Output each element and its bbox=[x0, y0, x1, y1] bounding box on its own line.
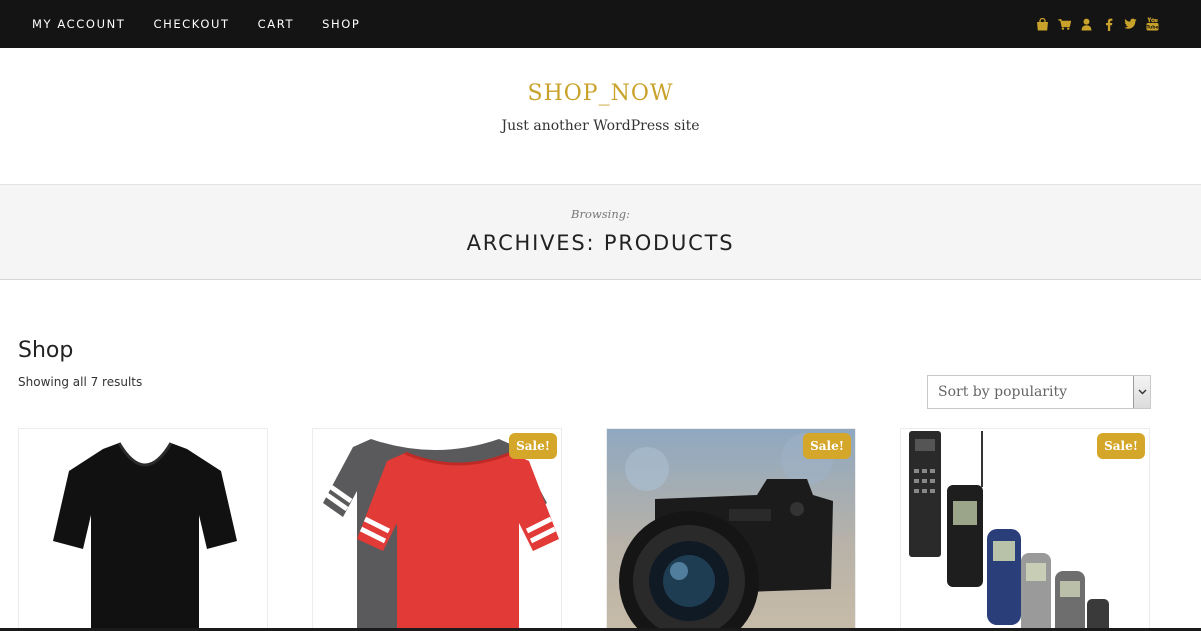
sale-badge: Sale! bbox=[1097, 433, 1145, 459]
product-card[interactable]: Sale! bbox=[312, 428, 562, 631]
sort-selected-value: Sort by popularity bbox=[938, 384, 1068, 400]
browsing-label: Browsing: bbox=[571, 207, 630, 221]
product-image-black-tshirt[interactable] bbox=[19, 429, 268, 631]
site-description: Just another WordPress site bbox=[501, 118, 700, 134]
site-title[interactable]: SHOP_NOW bbox=[0, 81, 1201, 106]
nav-my-account[interactable]: MY ACCOUNT bbox=[32, 17, 125, 31]
user-icon[interactable] bbox=[1080, 17, 1093, 31]
product-image-camera[interactable] bbox=[607, 429, 856, 631]
sale-badge: Sale! bbox=[803, 433, 851, 459]
product-card[interactable]: Sale! bbox=[606, 428, 856, 631]
primary-nav: MY ACCOUNT CHECKOUT CART SHOP bbox=[18, 0, 374, 48]
top-bar: MY ACCOUNT CHECKOUT CART SHOP Tube bbox=[0, 0, 1201, 48]
product-image-tshirts[interactable] bbox=[313, 429, 562, 631]
nav-shop[interactable]: SHOP bbox=[322, 17, 360, 31]
shop-heading: Shop bbox=[18, 338, 74, 363]
product-card[interactable] bbox=[18, 428, 268, 631]
archive-title: ARCHIVES: PRODUCTS bbox=[466, 231, 735, 255]
cart-icon[interactable] bbox=[1058, 17, 1071, 31]
archive-header: Browsing: ARCHIVES: PRODUCTS bbox=[0, 184, 1201, 280]
chevron-down-icon[interactable] bbox=[1133, 376, 1150, 408]
svg-text:Tube: Tube bbox=[1146, 25, 1158, 31]
product-card[interactable]: Sale! bbox=[900, 428, 1150, 631]
youtube-icon[interactable]: Tube bbox=[1146, 17, 1159, 31]
sort-select[interactable]: Sort by popularity bbox=[927, 375, 1151, 409]
product-image-phones[interactable] bbox=[901, 429, 1150, 631]
twitter-icon[interactable] bbox=[1124, 17, 1137, 31]
nav-checkout[interactable]: CHECKOUT bbox=[153, 17, 229, 31]
nav-cart[interactable]: CART bbox=[258, 17, 294, 31]
result-count: Showing all 7 results bbox=[18, 375, 143, 389]
sale-badge: Sale! bbox=[509, 433, 557, 459]
social-links: Tube bbox=[1036, 0, 1159, 48]
site-branding: SHOP_NOW Just another WordPress site bbox=[0, 48, 1201, 184]
shopping-bag-icon[interactable] bbox=[1036, 17, 1049, 31]
facebook-icon[interactable] bbox=[1102, 17, 1115, 31]
